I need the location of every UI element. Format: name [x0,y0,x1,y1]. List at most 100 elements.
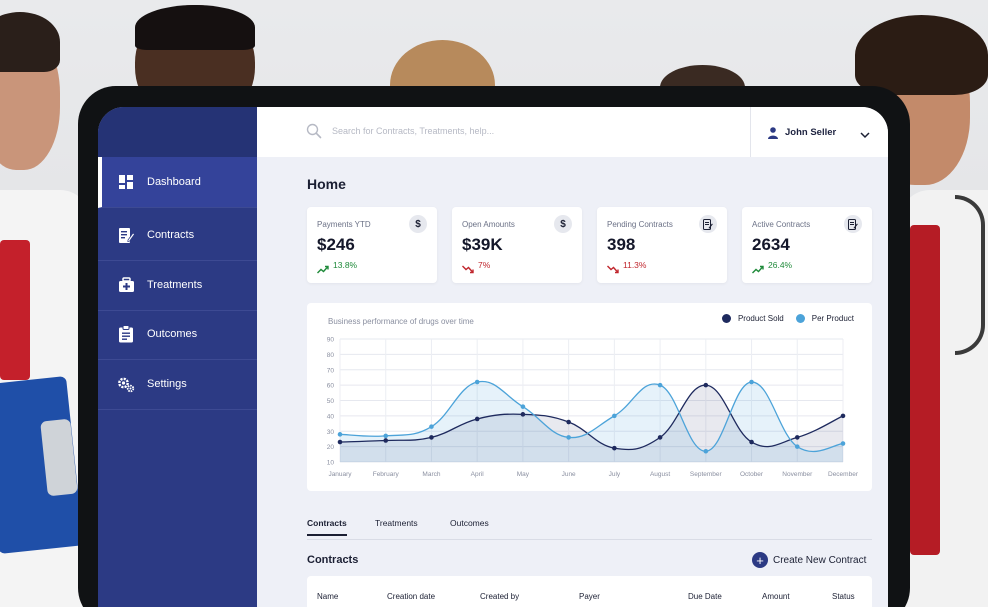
y-tick-label: 20 [327,444,335,451]
x-tick-label: May [517,471,530,478]
background-person [0,12,60,72]
trend-up-icon [752,261,764,274]
trend-up-icon [317,261,329,274]
data-point [703,382,709,388]
sidebar-item-label: Dashboard [147,176,201,188]
data-point [474,379,480,385]
sidebar-item-label: Outcomes [147,328,198,340]
card-label: Pending Contracts [607,220,673,229]
data-point [566,435,571,440]
card-value: $246 [317,235,355,254]
create-contract-button[interactable]: + Create New Contract [752,552,866,568]
x-tick-label: August [650,471,670,478]
data-point [840,413,846,419]
user-menu[interactable]: John Seller [750,107,888,157]
document-edit-icon [844,215,862,233]
data-point [520,404,526,409]
sidebar-item-contracts[interactable]: Contracts [98,210,257,261]
stat-card-active-contracts[interactable]: Active Contracts 2634 26.4% [742,207,872,283]
chevron-down-icon[interactable] [860,127,870,139]
column-header[interactable]: Status [832,592,855,601]
data-point [520,412,526,417]
user-name: John Seller [785,126,837,138]
card-label: Payments YTD [317,220,371,229]
data-point [749,379,754,385]
dollar-icon: $ [409,215,427,233]
column-header[interactable]: Creation date [387,592,435,601]
x-tick-label: July [609,471,621,478]
column-header[interactable]: Created by [480,592,519,601]
x-tick-label: September [690,471,723,478]
stat-card-pending-contracts[interactable]: Pending Contracts 398 11.3% [597,207,727,283]
search-input[interactable] [332,122,632,140]
data-point [383,433,389,439]
sidebar-item-label: Contracts [147,229,195,241]
top-bar: John Seller [257,107,888,157]
data-point [840,441,846,446]
series-area [340,381,843,462]
y-tick-label: 60 [327,383,335,390]
background-person [910,225,940,555]
sidebar-item-dashboard[interactable]: Dashboard [98,157,257,208]
document-edit-icon [699,215,717,233]
data-point [657,382,663,388]
dollar-icon: $ [554,215,572,233]
chart-panel: Business performance of drugs over time … [307,303,872,491]
tab-contracts[interactable]: Contracts [307,518,347,536]
line-chart: 10 20 30 40 50 60 70 80 90 January February March Ap… [327,337,859,479]
x-tick-label: January [328,471,352,478]
card-label: Active Contracts [752,220,811,229]
data-point [429,424,434,429]
data-point [474,416,480,422]
medical-kit-icon [117,276,135,294]
sidebar-item-settings[interactable]: Settings [98,359,257,410]
card-value: 2634 [752,235,790,254]
data-point [612,413,617,419]
stat-card-open-amounts[interactable]: Open Amounts $ $39K 7% [452,207,582,283]
tab-outcomes[interactable]: Outcomes [450,518,489,528]
data-point [337,439,343,445]
y-tick-label: 70 [327,367,335,374]
section-title: Contracts [307,554,359,566]
card-value: $39K [462,235,503,254]
trend-down-icon [462,261,474,274]
dashboard-icon [117,173,135,191]
column-header[interactable]: Amount [762,592,790,601]
data-point [337,432,343,437]
x-tick-label: April [471,471,485,478]
data-point [794,444,800,449]
contracts-table-header: Name Creation date Created by Payer Due … [307,576,872,607]
data-point [703,448,709,454]
column-header[interactable]: Due Date [688,592,722,601]
y-tick-label: 50 [327,398,335,405]
clipboard-icon [117,325,135,343]
column-header[interactable]: Payer [579,592,600,601]
x-tick-label: November [782,471,813,478]
sidebar-item-outcomes[interactable]: Outcomes [98,309,257,360]
data-point [612,445,617,451]
background-stethoscope [955,195,985,355]
x-tick-label: October [740,471,764,478]
card-value: 398 [607,235,636,254]
column-header[interactable]: Name [317,592,338,601]
tab-treatments[interactable]: Treatments [375,518,418,528]
sidebar-header [98,107,257,157]
page-title: Home [307,176,346,192]
data-point [383,438,389,443]
sidebar-item-treatments[interactable]: Treatments [98,260,257,311]
stat-card-payments[interactable]: Payments YTD $ $246 13.8% [307,207,437,283]
create-contract-label: Create New Contract [773,554,867,566]
search-icon[interactable] [306,123,322,139]
card-label: Open Amounts [462,220,515,229]
contract-edit-icon [117,226,135,244]
y-tick-label: 40 [327,413,335,420]
data-point [429,435,434,440]
card-change: 7% [478,260,491,270]
background-person [135,5,255,50]
gears-icon [117,375,135,393]
user-icon [768,126,778,139]
background-person [855,15,988,95]
y-tick-label: 90 [327,337,335,344]
background-person [0,240,30,380]
y-tick-label: 30 [327,429,335,436]
